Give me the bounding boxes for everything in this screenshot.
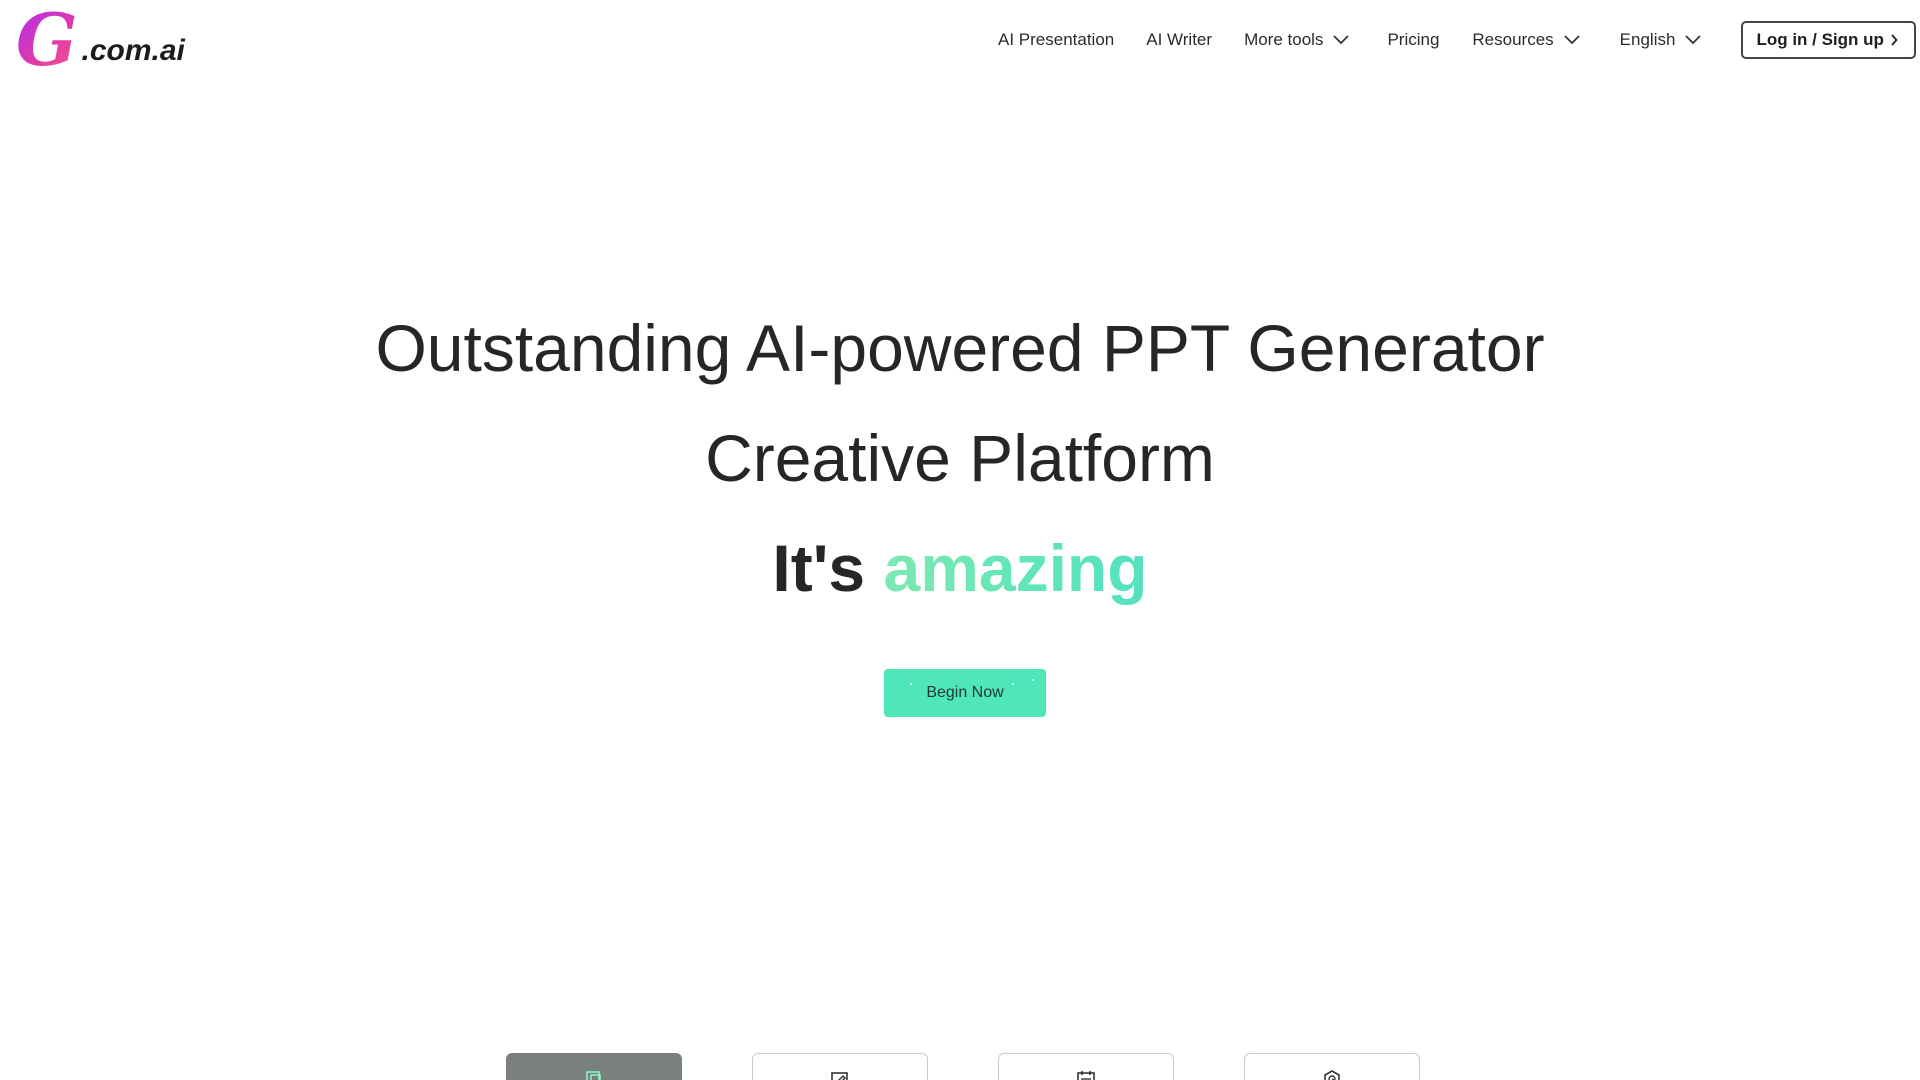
- sparkle-decoration: [910, 683, 912, 685]
- page: G .com.ai AI Presentation AI Writer More…: [0, 0, 1920, 1080]
- language-selector[interactable]: English: [1620, 30, 1702, 50]
- edit-icon: [831, 1072, 848, 1080]
- nav-pricing[interactable]: Pricing: [1387, 30, 1439, 50]
- site-header: G .com.ai AI Presentation AI Writer More…: [0, 0, 1920, 80]
- main-nav: AI Presentation AI Writer More tools Pri…: [998, 21, 1916, 59]
- login-signup-label: Log in / Sign up: [1756, 30, 1884, 49]
- begin-now-button[interactable]: Begin Now: [884, 669, 1046, 717]
- logo-mark: G: [16, 0, 78, 82]
- chevron-down-icon: [1564, 35, 1580, 45]
- tab-presentation[interactable]: [506, 1053, 682, 1080]
- logo[interactable]: G .com.ai: [16, 0, 185, 82]
- nav-more-tools-label: More tools: [1244, 30, 1324, 49]
- login-signup-button[interactable]: Log in / Sign up: [1741, 21, 1916, 59]
- hero-section: Outstanding AI-powered PPT Generator Cre…: [0, 300, 1920, 616]
- nav-resources-label: Resources: [1472, 30, 1554, 49]
- nav-more-tools[interactable]: More tools: [1244, 30, 1350, 50]
- logo-text: .com.ai: [81, 34, 185, 67]
- begin-now-label: Begin Now: [926, 684, 1004, 701]
- sparkle-decoration: [1032, 679, 1034, 681]
- hero-tagline-highlight: amazing: [883, 531, 1148, 605]
- language-selector-label: English: [1619, 30, 1676, 49]
- calendar-icon: [1077, 1071, 1095, 1080]
- nav-ai-writer-label: AI Writer: [1146, 30, 1213, 49]
- presentation-icon: [586, 1071, 601, 1080]
- hero-title: Outstanding AI-powered PPT Generator: [375, 311, 1545, 385]
- sparkle-decoration: [1012, 683, 1014, 685]
- chevron-right-icon: [1891, 34, 1898, 46]
- chevron-down-icon: [1685, 35, 1702, 45]
- tab-security[interactable]: [1244, 1053, 1420, 1080]
- tab-calendar[interactable]: [998, 1053, 1174, 1080]
- feature-tabs: [506, 1053, 1490, 1080]
- nav-resources[interactable]: Resources: [1472, 30, 1580, 50]
- nav-ai-presentation-label: AI Presentation: [998, 30, 1115, 49]
- hero-tagline-prefix: It's: [772, 531, 866, 605]
- nav-ai-writer[interactable]: AI Writer: [1146, 30, 1212, 50]
- nav-pricing-label: Pricing: [1387, 30, 1440, 49]
- tab-edit[interactable]: [752, 1053, 928, 1080]
- shield-clock-icon: [1324, 1070, 1340, 1080]
- chevron-down-icon: [1333, 35, 1350, 45]
- hero-subtitle: Creative Platform: [705, 421, 1215, 495]
- hero-tagline: It's amazing: [0, 520, 1920, 616]
- nav-ai-presentation[interactable]: AI Presentation: [998, 30, 1114, 50]
